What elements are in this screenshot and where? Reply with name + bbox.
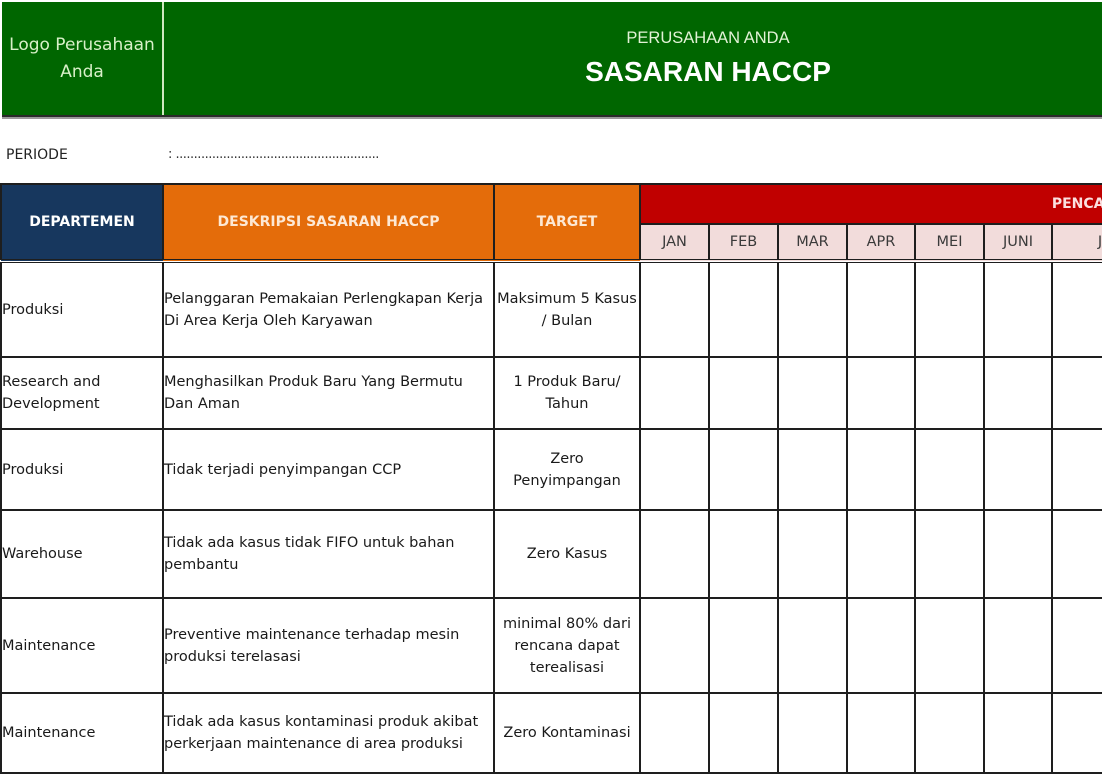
haccp-target-table: DEPARTEMEN DESKRIPSI SASARAN HACCP TARGE…	[0, 183, 1102, 774]
achievement-cell-feb[interactable]	[708, 597, 779, 694]
achievement-cell-mar[interactable]	[777, 428, 848, 511]
achievement-cell-juni[interactable]	[983, 692, 1053, 774]
achievement-cell-mar[interactable]	[777, 597, 848, 694]
achievement-cell-feb[interactable]	[708, 260, 779, 358]
header-banner: Logo Perusahaan Anda PERUSAHAAN ANDA SAS…	[2, 2, 1102, 117]
department-cell[interactable]: Maintenance	[0, 597, 164, 694]
department-cell[interactable]: Produksi	[0, 428, 164, 511]
achievement-cell-juni[interactable]	[983, 428, 1053, 511]
month-header-juli: JULI	[1050, 223, 1102, 263]
achievement-cell-mei[interactable]	[914, 509, 985, 599]
achievement-cell-jan[interactable]	[639, 509, 710, 599]
header-divider	[2, 117, 1102, 119]
column-header-target: TARGET	[493, 183, 641, 263]
achievement-cell-jan[interactable]	[639, 260, 710, 358]
table-row: Produksi Pelanggaran Pemakaian Perlengkap…	[0, 260, 1102, 358]
department-cell[interactable]: Produksi	[0, 260, 164, 358]
achievement-cell-apr[interactable]	[846, 509, 916, 599]
month-header-apr: APR	[846, 223, 916, 263]
description-cell[interactable]: Tidak terjadi penyimpangan CCP	[162, 428, 495, 511]
description-cell[interactable]: Tidak ada kasus kontaminasi produk akiba…	[162, 692, 495, 774]
table-row: Maintenance Tidak ada kasus kontaminasi p…	[0, 692, 1102, 774]
target-cell[interactable]: minimal 80% dari rencana dapat terealisa…	[493, 597, 641, 694]
achievement-cell-mei[interactable]	[914, 597, 985, 694]
achievement-cell-juni[interactable]	[983, 509, 1053, 599]
achievement-cell-feb[interactable]	[708, 428, 779, 511]
achievement-cell-apr[interactable]	[846, 692, 916, 774]
achievement-cell-juli[interactable]	[1050, 428, 1102, 511]
description-cell[interactable]: Menghasilkan Produk Baru Yang Bermutu Da…	[162, 356, 495, 430]
achievement-cell-juni[interactable]	[983, 597, 1053, 694]
department-cell[interactable]: Research and Development	[0, 356, 164, 430]
column-header-achievement: PENCAPAIAN	[638, 183, 1102, 225]
target-cell[interactable]: 1 Produk Baru/ Tahun	[493, 356, 641, 430]
achievement-cell-mei[interactable]	[914, 356, 985, 430]
column-header-department: DEPARTEMEN	[0, 183, 164, 263]
description-cell[interactable]: Preventive maintenance terhadap mesin pr…	[162, 597, 495, 694]
page-title: SASARAN HACCP	[585, 56, 831, 87]
table-row: Maintenance Preventive maintenance terhad…	[0, 597, 1102, 694]
achievement-cell-mar[interactable]	[777, 356, 848, 430]
target-cell[interactable]: Zero Kontaminasi	[493, 692, 641, 774]
achievement-cell-jan[interactable]	[639, 692, 710, 774]
achievement-cell-feb[interactable]	[708, 356, 779, 430]
achievement-cell-juli[interactable]	[1050, 260, 1102, 358]
achievement-cell-jan[interactable]	[639, 356, 710, 430]
achievement-cell-mar[interactable]	[777, 509, 848, 599]
month-header-mei: MEI	[914, 223, 985, 263]
achievement-cell-jan[interactable]	[639, 428, 710, 511]
month-header-mar: MAR	[777, 223, 848, 263]
description-cell[interactable]: Pelanggaran Pemakaian Perlengkapan Kerja…	[162, 260, 495, 358]
department-cell[interactable]: Warehouse	[0, 509, 164, 599]
description-cell[interactable]: Tidak ada kasus tidak FIFO untuk bahan p…	[162, 509, 495, 599]
achievement-cell-juli[interactable]	[1050, 597, 1102, 694]
periode-label: PERIODE	[6, 147, 68, 163]
achievement-cell-mei[interactable]	[914, 260, 985, 358]
target-cell[interactable]: Zero Kasus	[493, 509, 641, 599]
achievement-cell-juli[interactable]	[1050, 356, 1102, 430]
achievement-cell-apr[interactable]	[846, 428, 916, 511]
achievement-cell-mar[interactable]	[777, 260, 848, 358]
achievement-cell-mei[interactable]	[914, 692, 985, 774]
target-cell[interactable]: Zero Penyimpangan	[493, 428, 641, 511]
table-row: Warehouse Tidak ada kasus tidak FIFO untu…	[0, 509, 1102, 599]
achievement-label: PENCAPAIAN	[1051, 196, 1102, 212]
achievement-cell-apr[interactable]	[846, 260, 916, 358]
column-header-description: DESKRIPSI SASARAN HACCP	[162, 183, 495, 263]
month-header-jan: JAN	[639, 223, 710, 263]
logo-text: Logo Perusahaan Anda	[9, 34, 155, 82]
month-header-feb: FEB	[708, 223, 779, 263]
achievement-cell-juni[interactable]	[983, 356, 1053, 430]
achievement-cell-mar[interactable]	[777, 692, 848, 774]
achievement-cell-apr[interactable]	[846, 597, 916, 694]
table-row: Research and Development Menghasilkan Pro…	[0, 356, 1102, 430]
target-cell[interactable]: Maksimum 5 Kasus / Bulan	[493, 260, 641, 358]
achievement-cell-apr[interactable]	[846, 356, 916, 430]
table-row: Produksi Tidak terjadi penyimpangan CCP Ze…	[0, 428, 1102, 511]
achievement-cell-feb[interactable]	[708, 509, 779, 599]
achievement-cell-juli[interactable]	[1050, 692, 1102, 774]
achievement-cell-juli[interactable]	[1050, 509, 1102, 599]
company-logo-placeholder: Logo Perusahaan Anda	[2, 2, 164, 115]
company-name: PERUSAHAAN ANDA	[626, 29, 790, 47]
month-header-juni: JUNI	[983, 223, 1053, 263]
title-area: PERUSAHAAN ANDA SASARAN HACCP	[164, 2, 1102, 115]
achievement-cell-jan[interactable]	[639, 597, 710, 694]
achievement-cell-juni[interactable]	[983, 260, 1053, 358]
periode-field[interactable]: : ......................................…	[168, 147, 379, 162]
department-cell[interactable]: Maintenance	[0, 692, 164, 774]
achievement-cell-mei[interactable]	[914, 428, 985, 511]
achievement-cell-feb[interactable]	[708, 692, 779, 774]
